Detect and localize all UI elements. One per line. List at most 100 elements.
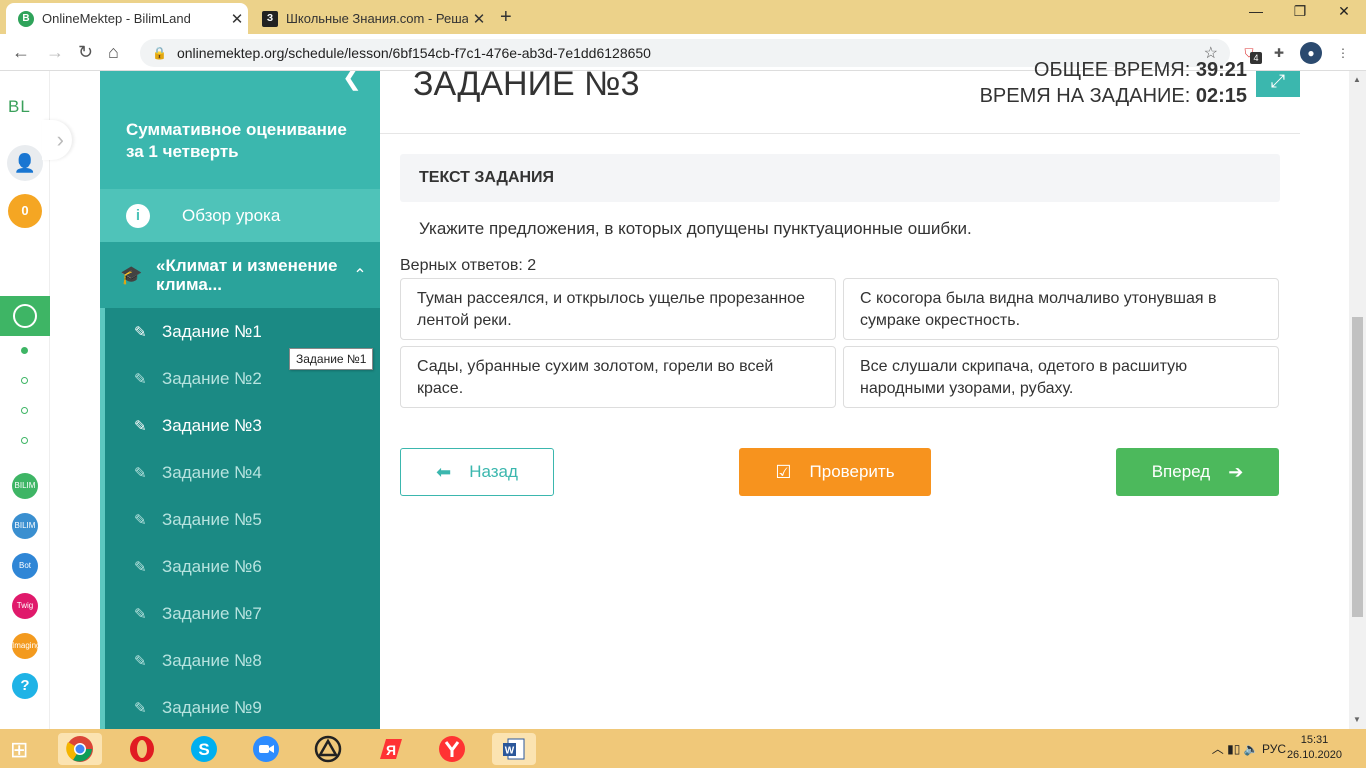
sidebar-item-task-4[interactable]: ✎ Задание №4 — [100, 449, 380, 496]
browser-tab-znaniya[interactable]: З Школьные Знания.com - Решае ✕ — [250, 3, 490, 34]
next-button[interactable]: Вперед ➔ — [1116, 448, 1279, 496]
skype-taskbar-icon[interactable]: S — [182, 733, 226, 765]
bilimbook-app-icon[interactable]: BILIM Book — [12, 513, 38, 556]
forward-arrow-icon[interactable]: → — [46, 42, 64, 63]
browser-tab-onlinemektep[interactable]: B OnlineMektep - BilimLand ✕ — [6, 3, 248, 34]
input-language[interactable]: РУС — [1262, 742, 1286, 756]
tray-chevron-icon[interactable]: ︿ — [1212, 742, 1224, 756]
browser-tab-bar: B OnlineMektep - BilimLand ✕ З Школьные … — [0, 0, 1366, 34]
windows-taskbar: ⊞ S Я W ︿ ▮▯ 🔈 РУС 15:31 26.10.2020 — [0, 729, 1366, 768]
yandex-browser-taskbar-icon[interactable]: Я — [368, 733, 412, 765]
answer-option-4[interactable]: Все слушали скрипача, одетого в расшитую… — [843, 346, 1279, 408]
opera-taskbar-icon[interactable] — [120, 733, 164, 765]
close-window-icon[interactable]: ✕ — [1322, 0, 1366, 34]
task-text-header: ТЕКСТ ЗАДАНИЯ — [400, 154, 1280, 202]
zoom-taskbar-icon[interactable] — [244, 733, 288, 765]
user-avatar[interactable]: 👤 — [7, 145, 43, 181]
task-time-label: ВРЕМЯ НА ЗАДАНИЕ: — [979, 85, 1191, 107]
back-arrow-icon[interactable]: ← — [12, 42, 30, 63]
nav-dot-icon[interactable] — [21, 347, 28, 354]
svg-text:S: S — [198, 740, 209, 759]
chrome-taskbar-icon[interactable] — [58, 733, 102, 765]
task-time: ВРЕМЯ НА ЗАДАНИЕ: 02:15 — [980, 85, 1247, 108]
clock-date: 26.10.2020 — [1286, 749, 1342, 761]
app-rail: BL 👤 0 BILIM Land BILIM Book Bot Twig Im… — [0, 71, 50, 729]
extensions-puzzle-icon[interactable]: ✚ — [1268, 42, 1290, 64]
word-taskbar-icon[interactable]: W — [492, 733, 536, 765]
task-label: Задание №3 — [162, 415, 262, 435]
expand-rail-chevron-icon[interactable]: › — [42, 120, 72, 160]
page-title: ЗАДАНИЕ №3 — [413, 65, 640, 103]
bilimland-app-icon[interactable]: BILIM Land — [12, 473, 38, 516]
arrow-left-icon: ⬅ — [436, 461, 452, 482]
url-text: onlinemektep.org/schedule/lesson/6bf154c… — [176, 45, 651, 61]
profile-avatar-icon[interactable]: ● — [1300, 42, 1322, 64]
imaging-app-icon[interactable]: Imaging — [12, 633, 40, 659]
task-label: Задание №7 — [162, 603, 262, 623]
tab-title: OnlineMektep - BilimLand — [42, 11, 191, 26]
edit-icon: ✎ — [134, 464, 147, 482]
nav-dot-icon[interactable] — [21, 437, 28, 444]
edit-icon: ✎ — [134, 511, 147, 529]
sidebar-item-task-9[interactable]: ✎ Задание №9 — [100, 684, 380, 729]
answer-option-2[interactable]: С косогора была видна молчаливо утонувша… — [843, 278, 1279, 340]
yandex-taskbar-icon[interactable] — [430, 733, 474, 765]
scroll-down-icon[interactable]: ▼ — [1353, 715, 1361, 724]
scrollbar-thumb[interactable] — [1352, 317, 1363, 617]
answer-option-3[interactable]: Сады, убранные сухим золотом, горели во … — [400, 346, 836, 408]
home-icon[interactable]: ⌂ — [108, 42, 119, 63]
lesson-title: Суммативное оценивание за 1 четверть — [126, 120, 347, 161]
volume-icon[interactable]: 🔈 — [1244, 742, 1259, 756]
minimize-icon[interactable]: — — [1234, 0, 1278, 34]
coins-badge[interactable]: 0 — [8, 194, 42, 228]
nav-dot-icon[interactable] — [21, 377, 28, 384]
sidebar-item-task-3[interactable]: ✎ Задание №3 — [100, 402, 380, 449]
info-icon: i — [126, 203, 150, 228]
bilimland-logo[interactable]: BL — [8, 97, 31, 117]
new-tab-icon[interactable]: + — [500, 6, 512, 29]
sidebar-item-task-7[interactable]: ✎ Задание №7 — [100, 590, 380, 637]
nav-dot-icon[interactable] — [21, 407, 28, 414]
page-scrollbar[interactable]: ▲ ▼ — [1349, 71, 1366, 729]
triangle-app-taskbar-icon[interactable] — [306, 733, 350, 765]
chevron-up-icon[interactable]: ⌃ — [340, 265, 380, 285]
check-button[interactable]: ☑ Проверить — [739, 448, 931, 496]
svg-text:W: W — [505, 746, 515, 757]
network-icon[interactable]: ▮▯ — [1227, 742, 1240, 756]
maximize-icon[interactable]: ❐ — [1278, 0, 1322, 34]
topic-label: «Климат и изменение клима... — [156, 256, 338, 294]
close-tab-icon[interactable]: ✕ — [468, 10, 490, 28]
checkbox-icon: ☑ — [775, 461, 792, 482]
sidebar-item-task-8[interactable]: ✎ Задание №8 — [100, 637, 380, 684]
taskbar-clock[interactable]: 15:31 26.10.2020 — [1287, 733, 1342, 763]
sidebar-item-task-6[interactable]: ✎ Задание №6 — [100, 543, 380, 590]
total-time: ОБЩЕЕ ВРЕМЯ: 39:21 — [1034, 59, 1247, 82]
sidebar-item-task-5[interactable]: ✎ Задание №5 — [100, 496, 380, 543]
extension-badge: 4 — [1250, 52, 1262, 64]
scroll-up-icon[interactable]: ▲ — [1353, 75, 1361, 84]
collapse-sidebar-icon[interactable]: ❮ — [342, 71, 362, 92]
twig-app-icon[interactable]: Twig — [12, 593, 38, 619]
reload-icon[interactable]: ↻ — [78, 42, 93, 63]
menu-dots-icon[interactable]: ⋮ — [1332, 42, 1354, 64]
arrow-right-icon: ➔ — [1228, 461, 1244, 482]
sidebar-item-overview[interactable]: i Обзор урока — [100, 189, 380, 242]
correct-answers-count: Верных ответов: 2 — [400, 257, 537, 274]
svg-text:Я: Я — [386, 742, 396, 758]
windows-start-icon[interactable]: ⊞ — [10, 737, 28, 763]
help-icon[interactable]: ? — [12, 673, 38, 699]
task-label: Задание №1 — [162, 321, 262, 341]
close-tab-icon[interactable]: ✕ — [226, 10, 248, 28]
znaniya-favicon-icon: З — [262, 10, 278, 27]
check-label: Проверить — [809, 462, 895, 481]
graduation-cap-icon: 🎓 — [120, 264, 143, 285]
sidebar-topic-climate[interactable]: 🎓 «Климат и изменение клима... ⌃ — [100, 242, 380, 308]
edit-icon: ✎ — [134, 699, 147, 717]
back-label: Назад — [469, 462, 518, 481]
online-mektep-icon[interactable] — [0, 296, 50, 336]
back-button[interactable]: ⬅ Назад — [400, 448, 554, 496]
task-header: ЗАДАНИЕ №3 ОБЩЕЕ ВРЕМЯ: 39:21 ВРЕМЯ НА З… — [380, 59, 1300, 134]
fullscreen-icon[interactable]: ⤢ — [1256, 71, 1300, 97]
answer-option-1[interactable]: Туман рассеялся, и открылось ущелье прор… — [400, 278, 836, 340]
bot-app-icon[interactable]: Bot — [12, 553, 38, 579]
